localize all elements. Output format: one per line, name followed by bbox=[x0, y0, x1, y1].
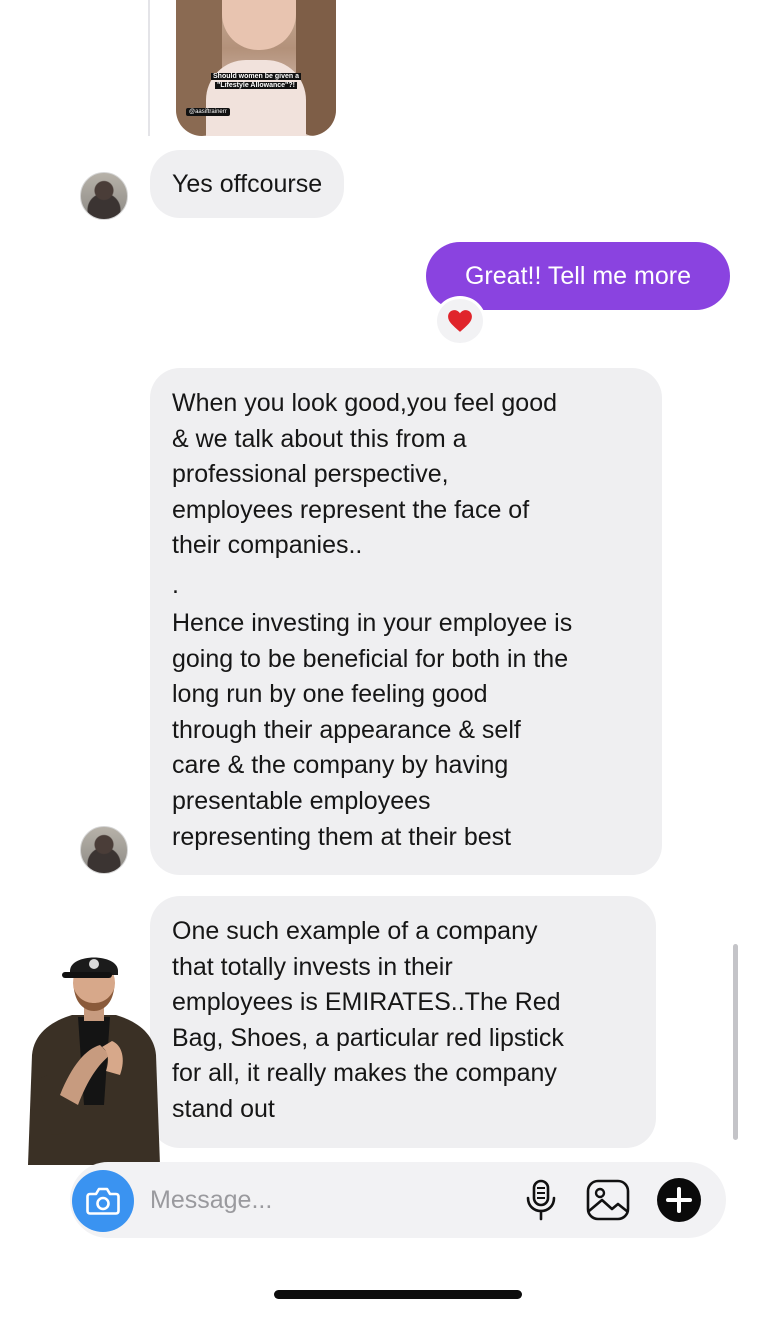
add-button[interactable] bbox=[656, 1177, 702, 1223]
gallery-icon bbox=[586, 1179, 630, 1221]
incoming-message-bubble[interactable]: When you look good,you feel good & we ta… bbox=[150, 368, 662, 876]
message-text: going to be beneficial for both in the bbox=[172, 644, 569, 673]
message-input[interactable] bbox=[150, 1180, 500, 1220]
message-text: representing them at their best bbox=[172, 822, 512, 851]
message-text: employees is EMIRATES..The Red bbox=[172, 988, 561, 1017]
shared-post-handle: @aasiftrainerr bbox=[186, 108, 230, 116]
shared-post-caption: Should women be given a "Lifestyle Allow… bbox=[211, 73, 301, 89]
microphone-button[interactable] bbox=[518, 1177, 564, 1223]
heart-icon bbox=[448, 310, 472, 332]
plus-circle-icon bbox=[657, 1178, 701, 1222]
message-text: Great!! Tell me more bbox=[464, 262, 691, 290]
message-text: through their appearance & self bbox=[172, 715, 521, 744]
sender-avatar[interactable] bbox=[80, 826, 128, 874]
message-text: care & the company by having bbox=[172, 751, 509, 780]
heart-reaction[interactable] bbox=[434, 296, 486, 346]
gallery-button[interactable] bbox=[585, 1177, 631, 1223]
message-text: that totally invests in their bbox=[172, 952, 453, 981]
shared-post-thumbnail[interactable]: Should women be given a "Lifestyle Allow… bbox=[176, 0, 336, 136]
message-text: Yes offcourse bbox=[172, 170, 323, 198]
incoming-message-bubble[interactable]: One such example of a company that total… bbox=[150, 896, 656, 1148]
incoming-message-bubble[interactable]: Yes offcourse bbox=[150, 150, 345, 218]
message-text: for all, it really makes the company bbox=[172, 1059, 557, 1088]
message-text: their companies.. bbox=[172, 531, 363, 560]
reply-thread-line bbox=[148, 0, 150, 136]
scrollbar[interactable] bbox=[733, 944, 738, 1140]
message-text: . bbox=[172, 570, 179, 599]
camera-button[interactable] bbox=[72, 1170, 134, 1232]
message-text: When you look good,you feel good bbox=[172, 389, 557, 417]
home-indicator[interactable] bbox=[274, 1290, 522, 1299]
message-text: employees represent the face of bbox=[172, 495, 530, 524]
sender-avatar[interactable] bbox=[80, 172, 128, 220]
camera-icon bbox=[86, 1187, 120, 1215]
message-text: presentable employees bbox=[172, 786, 431, 815]
message-text: & we talk about this from a bbox=[172, 424, 467, 453]
message-text: long run by one feeling good bbox=[172, 680, 488, 709]
message-text: professional perspective, bbox=[172, 460, 449, 489]
message-text: One such example of a company bbox=[172, 917, 538, 945]
microphone-icon bbox=[526, 1179, 556, 1221]
sign-language-interpreter bbox=[26, 945, 162, 1165]
message-text: stand out bbox=[172, 1094, 275, 1123]
message-text: Hence investing in your employee is bbox=[172, 608, 573, 637]
message-text: Bag, Shoes, a particular red lipstick bbox=[172, 1023, 564, 1052]
